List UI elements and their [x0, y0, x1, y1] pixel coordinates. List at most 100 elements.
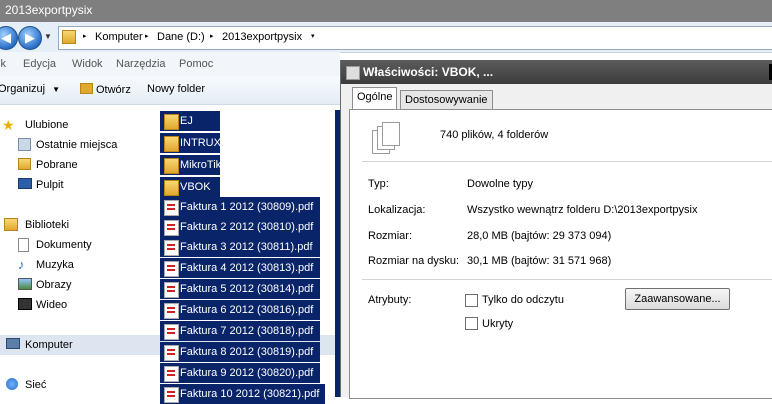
file-name: Faktura 9 2012 (30820).pdf	[180, 367, 314, 379]
menu-edycja[interactable]: Edycja	[23, 58, 56, 70]
file-row-pdf[interactable]: Faktura 2 2012 (30810).pdf	[160, 217, 320, 237]
folder-icon	[164, 158, 179, 174]
menu-narzedzia[interactable]: Narzędzia	[116, 58, 166, 70]
properties-dialog: Właściwości: VBOK, ... Ogólne Dostosowyw…	[340, 60, 772, 399]
divider	[362, 161, 772, 162]
file-row-pdf[interactable]: Faktura 9 2012 (30820).pdf	[160, 363, 320, 383]
breadcrumb-separator-icon: ▸	[210, 33, 214, 40]
video-film-icon	[18, 298, 32, 310]
nav-label: Ulubione	[25, 119, 69, 131]
address-bar[interactable]: ▸ Komputer ▸ Dane (D:) ▸ 2013exportpysix…	[58, 26, 772, 50]
pdf-file-icon	[164, 387, 179, 403]
file-name: Faktura 5 2012 (30814).pdf	[180, 283, 314, 295]
nav-label: Komputer	[25, 339, 73, 351]
file-name: Faktura 10 2012 (30821).pdf	[180, 388, 320, 400]
computer-icon	[6, 338, 20, 349]
nav-label: Pobrane	[36, 159, 78, 171]
folder-icon	[164, 136, 179, 152]
size-value: 28,0 MB (bajtów: 29 373 094)	[467, 230, 612, 242]
folder-icon	[164, 114, 179, 130]
breadcrumb-current-folder[interactable]: 2013exportpysix	[222, 31, 302, 43]
file-row-pdf[interactable]: Faktura 8 2012 (30819).pdf	[160, 342, 320, 362]
file-row-pdf[interactable]: Faktura 1 2012 (30809).pdf	[160, 197, 320, 217]
folder-icon	[62, 30, 76, 44]
file-name: Faktura 8 2012 (30819).pdf	[180, 346, 314, 358]
menu-pomoc[interactable]: Pomoc	[179, 58, 213, 70]
pdf-file-icon	[164, 324, 179, 340]
file-name: VBOK	[180, 181, 211, 193]
tab-customize[interactable]: Dostosowywanie	[400, 90, 493, 110]
desktop-icon	[18, 178, 32, 189]
divider	[362, 279, 772, 280]
breadcrumb-separator-icon: ▾	[311, 33, 315, 40]
chevron-down-icon: ▼	[52, 85, 61, 94]
file-row-pdf[interactable]: Faktura 7 2012 (30818).pdf	[160, 321, 320, 341]
pdf-file-icon	[164, 240, 179, 256]
file-name: INTRUX	[180, 137, 221, 149]
menu-plik[interactable]: ik	[0, 58, 6, 70]
file-name: EJ	[180, 115, 193, 127]
window-title-bar: 2013exportpysix	[0, 0, 772, 22]
dialog-title-bar[interactable]: Właściwości: VBOK, ...	[341, 60, 772, 84]
file-row-pdf[interactable]: Faktura 5 2012 (30814).pdf	[160, 279, 320, 299]
readonly-label[interactable]: Tylko do odczytu	[482, 294, 564, 306]
file-row-folder[interactable]: INTRUX	[160, 133, 221, 153]
file-row-folder[interactable]: VBOK	[160, 177, 220, 197]
pdf-file-icon	[164, 282, 179, 298]
size-on-disk-label: Rozmiar na dysku:	[368, 255, 460, 267]
open-button[interactable]: Otwórz	[80, 83, 131, 96]
address-row: ◀ ▶ ▼ ▸ Komputer ▸ Dane (D:) ▸ 2013expor…	[0, 22, 772, 53]
breadcrumb-dane[interactable]: Dane (D:)	[157, 31, 205, 43]
nav-label: Ostatnie miejsca	[36, 139, 118, 151]
selection-summary: 740 plików, 4 folderów	[440, 129, 549, 141]
navigation-pane: ★ Ulubione Ostatnie miejsca Pobrane Pulp…	[0, 105, 340, 397]
file-name: Faktura 7 2012 (30818).pdf	[180, 325, 314, 337]
properties-icon	[346, 66, 360, 80]
music-note-icon: ♪	[18, 257, 25, 272]
file-name: MikroTik	[180, 159, 222, 171]
location-label: Lokalizacja:	[368, 204, 426, 216]
pdf-file-icon	[164, 200, 179, 216]
file-row-pdf[interactable]: Faktura 10 2012 (30821).pdf	[160, 384, 325, 404]
forward-arrow-icon[interactable]: ▶	[18, 26, 42, 50]
file-row-pdf[interactable]: Faktura 3 2012 (30811).pdf	[160, 237, 320, 257]
breadcrumb-separator-icon: ▸	[83, 33, 87, 40]
command-toolbar: Organizuj ▼ Otwórz Nowy folder	[0, 76, 340, 105]
nav-label: Sieć	[25, 379, 47, 391]
documents-icon	[18, 238, 29, 252]
file-name: Faktura 4 2012 (30813).pdf	[180, 262, 314, 274]
attributes-label: Atrybuty:	[368, 294, 412, 306]
tab-general[interactable]: Ogólne	[352, 87, 398, 111]
file-row-folder[interactable]: EJ	[160, 111, 220, 131]
new-folder-button[interactable]: Nowy folder	[147, 83, 205, 95]
network-globe-icon	[6, 378, 18, 390]
hidden-label[interactable]: Ukryty	[482, 318, 513, 330]
advanced-button[interactable]: Zaawansowane...	[625, 288, 730, 310]
hidden-checkbox[interactable]	[465, 317, 478, 330]
breadcrumb-komputer[interactable]: Komputer	[95, 31, 143, 43]
file-row-pdf[interactable]: Faktura 6 2012 (30816).pdf	[160, 300, 320, 320]
open-folder-icon	[80, 83, 93, 94]
menu-widok[interactable]: Widok	[72, 58, 103, 70]
nav-label: Muzyka	[36, 259, 74, 271]
breadcrumb-separator-icon: ▸	[145, 33, 149, 40]
history-dropdown-icon[interactable]: ▼	[44, 32, 52, 41]
open-label: Otwórz	[96, 84, 131, 96]
file-row-pdf[interactable]: Faktura 4 2012 (30813).pdf	[160, 258, 320, 278]
nav-label: Dokumenty	[36, 239, 92, 251]
back-arrow-icon[interactable]: ◀	[0, 26, 18, 50]
pdf-file-icon	[164, 220, 179, 236]
organize-button[interactable]: Organizuj ▼	[0, 83, 60, 95]
pictures-icon	[18, 278, 32, 290]
file-row-folder[interactable]: MikroTik	[160, 155, 222, 175]
nav-label: Obrazy	[36, 279, 72, 291]
readonly-checkbox[interactable]	[465, 294, 478, 307]
file-name: Faktura 1 2012 (30809).pdf	[180, 201, 314, 213]
pdf-file-icon	[164, 303, 179, 319]
pdf-file-icon	[164, 261, 179, 277]
multiple-files-icon	[372, 122, 402, 158]
folder-icon	[164, 180, 179, 196]
file-name: Faktura 3 2012 (30811).pdf	[180, 241, 313, 253]
libraries-icon	[4, 218, 18, 231]
window-title: 2013exportpysix	[5, 3, 93, 17]
